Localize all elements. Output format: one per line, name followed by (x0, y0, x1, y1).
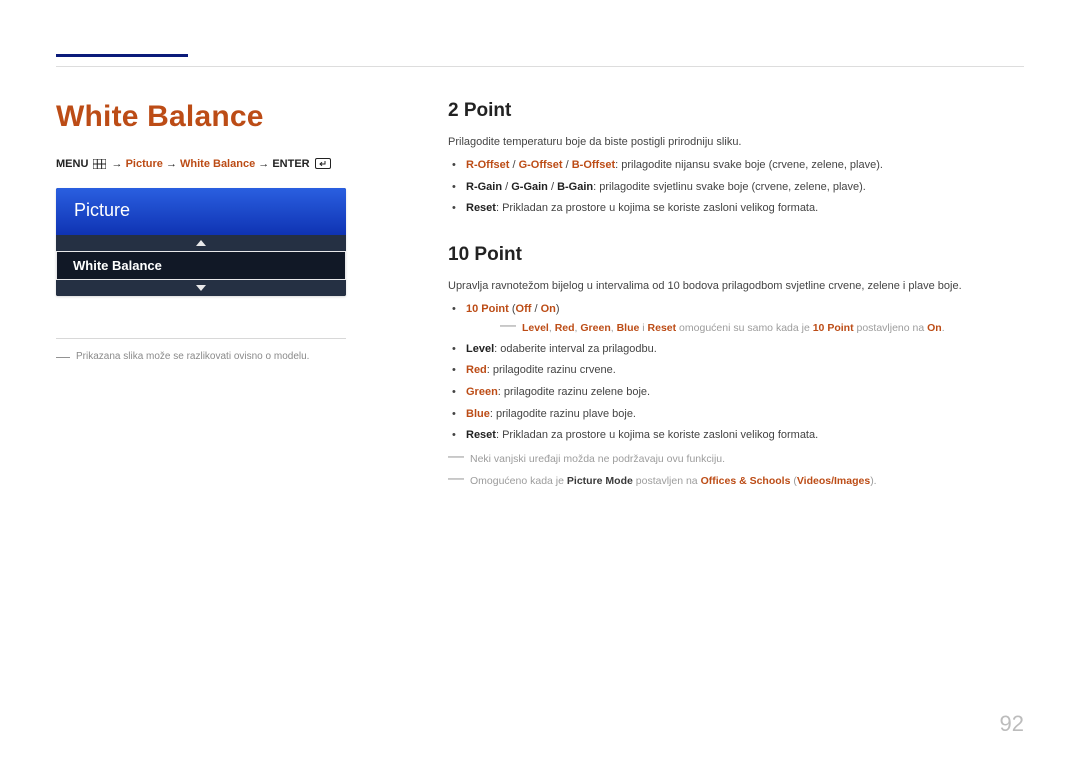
list-item: Blue: prilagodite razinu plave boje. (466, 406, 1024, 424)
osd-panel: Picture White Balance (56, 188, 346, 296)
left-column: White Balance MENU → Picture → White Bal… (56, 100, 388, 489)
label-green: Green (466, 386, 498, 398)
osd-up-arrow[interactable] (56, 235, 346, 251)
label-b-offset: B-Offset (572, 159, 615, 171)
caption-dash: ― (56, 351, 70, 362)
breadcrumb-arrow: → (258, 158, 269, 170)
breadcrumb: MENU → Picture → White Balance → ENTER (56, 158, 388, 170)
osd-down-arrow[interactable] (56, 280, 346, 296)
label-g-offset: G-Offset (519, 159, 563, 171)
list-item: Level: odaberite interval za prilagodbu. (466, 341, 1024, 359)
enter-icon (315, 158, 331, 169)
breadcrumb-picture: Picture (126, 158, 163, 170)
heading-10-point: 10 Point (448, 244, 1024, 266)
image-caption: ― Prikazana slika može se razlikovati ov… (56, 351, 388, 362)
right-column: 2 Point Prilagodite temperaturu boje da … (448, 100, 1024, 489)
caption-rule (56, 338, 346, 339)
opt-on: On (541, 303, 556, 315)
label-b-gain: B-Gain (557, 181, 593, 193)
list-item: Green: prilagodite razinu zelene boje. (466, 384, 1024, 402)
label-reset: Reset (466, 429, 496, 441)
intro-2-point: Prilagodite temperaturu boje da biste po… (448, 134, 1024, 151)
dash-icon: ― (500, 320, 516, 332)
list-2-point: R-Offset / G-Offset / B-Offset: prilagod… (448, 157, 1024, 218)
blue-desc: : prilagodite razinu plave boje. (490, 408, 636, 420)
opt-off: Off (516, 303, 532, 315)
footnote: ― Neki vanjski uređaji možda ne podržava… (448, 451, 1024, 467)
level-desc: : odaberite interval za prilagodbu. (494, 343, 657, 355)
list-10-point: 10 Point (Off / On) ― Level, Red, Green,… (448, 301, 1024, 445)
breadcrumb-white-balance: White Balance (180, 158, 255, 170)
breadcrumb-arrow: → (112, 158, 123, 170)
red-desc: : prilagodite razinu crvene. (487, 364, 616, 376)
caption-text: Prikazana slika može se razlikovati ovis… (76, 351, 309, 362)
label-g-gain: G-Gain (511, 181, 548, 193)
footnote: ― Omogućeno kada je Picture Mode postavl… (448, 473, 1024, 489)
dash-icon: ― (448, 451, 464, 463)
label-level: Level (466, 343, 494, 355)
header-accent-bar (56, 54, 188, 57)
footnote-text: Omogućeno kada je Picture Mode postavlje… (470, 473, 877, 489)
label-reset: Reset (466, 202, 496, 214)
offset-desc: : prilagodite nijansu svake boje (crvene… (615, 159, 883, 171)
label-blue: Blue (466, 408, 490, 420)
list-item: Red: prilagodite razinu crvene. (466, 362, 1024, 380)
list-item: R-Gain / G-Gain / B-Gain: prilagodite sv… (466, 179, 1024, 197)
dash-icon: ― (448, 473, 464, 485)
section-title: White Balance (56, 100, 388, 134)
reset-desc: : Prikladan za prostore u kojima se kori… (496, 202, 818, 214)
heading-2-point: 2 Point (448, 100, 1024, 122)
list-item: 10 Point (Off / On) ― Level, Red, Green,… (466, 301, 1024, 337)
list-item: R-Offset / G-Offset / B-Offset: prilagod… (466, 157, 1024, 175)
green-desc: : prilagodite razinu zelene boje. (498, 386, 650, 398)
reset-desc: : Prikladan za prostore u kojima se kori… (496, 429, 818, 441)
sub-note-text: Level, Red, Green, Blue i Reset omogućen… (522, 320, 945, 336)
gain-desc: : prilagodite svjetlinu svake boje (crve… (593, 181, 866, 193)
intro-10-point: Upravlja ravnotežom bijelog u intervalim… (448, 278, 1024, 295)
breadcrumb-arrow: → (166, 158, 177, 170)
breadcrumb-enter: ENTER (272, 158, 309, 170)
osd-item-white-balance[interactable]: White Balance (56, 251, 346, 280)
breadcrumb-menu: MENU (56, 158, 88, 170)
footnote-text: Neki vanjski uređaji možda ne podržavaju… (470, 451, 725, 467)
list-item: Reset: Prikladan za prostore u kojima se… (466, 427, 1024, 445)
menu-grid-icon (93, 159, 106, 169)
osd-header: Picture (56, 188, 346, 235)
label-10-point: 10 Point (466, 303, 509, 315)
page-number: 92 (1000, 711, 1024, 737)
header-rule (56, 66, 1024, 67)
label-r-gain: R-Gain (466, 181, 502, 193)
sub-note: ― Level, Red, Green, Blue i Reset omoguć… (466, 320, 1024, 336)
label-r-offset: R-Offset (466, 159, 509, 171)
list-item: Reset: Prikladan za prostore u kojima se… (466, 200, 1024, 218)
label-red: Red (466, 364, 487, 376)
